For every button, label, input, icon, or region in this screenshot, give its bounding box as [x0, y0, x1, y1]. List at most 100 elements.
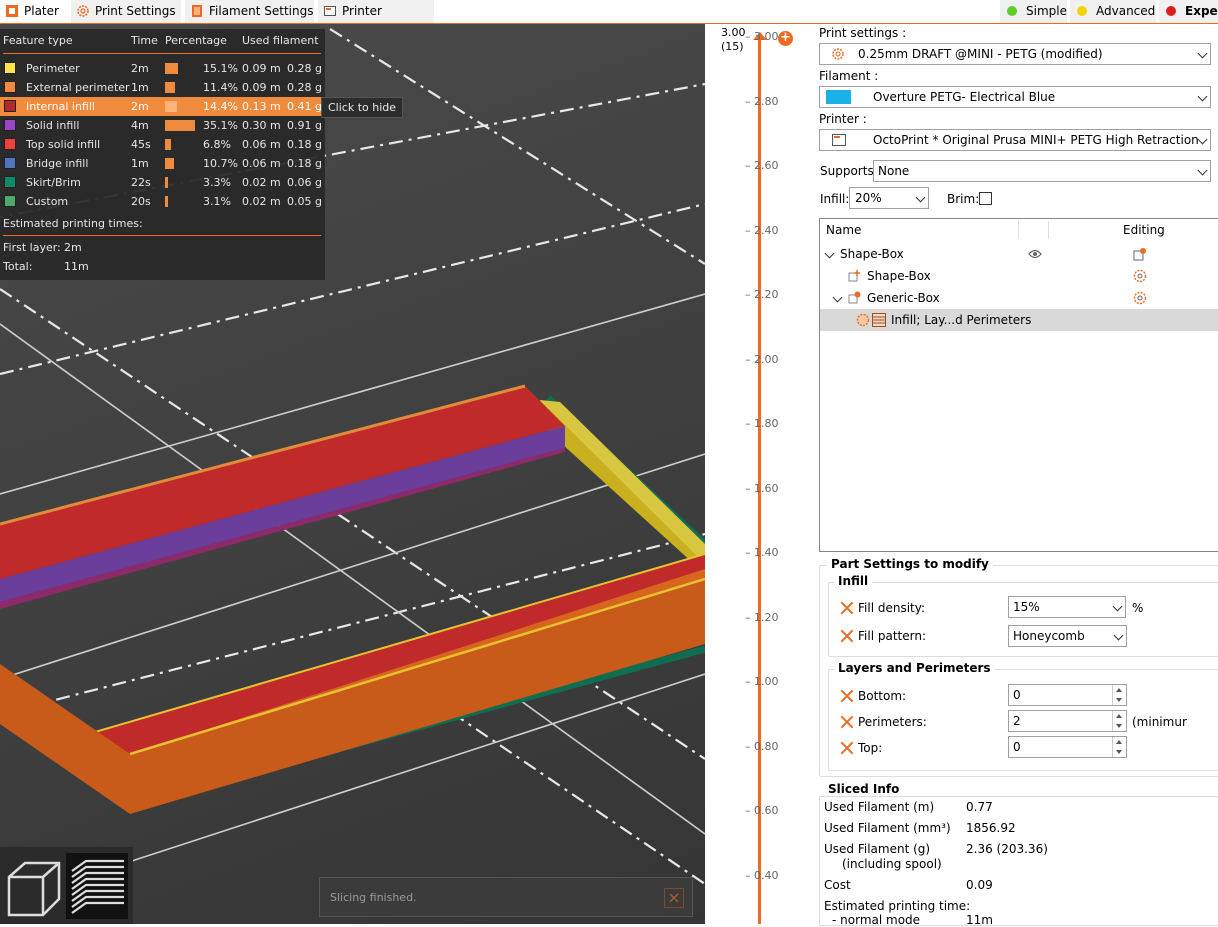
legend-percentage-bar [165, 82, 175, 93]
3d-preview-canvas[interactable]: Feature type Time Percentage Used filame… [0, 24, 705, 924]
legend-percentage: 35.1% [203, 119, 238, 132]
remove-fill-pattern-button[interactable] [840, 629, 854, 643]
eye-icon[interactable] [1028, 249, 1042, 259]
remove-perimeters-button[interactable] [840, 715, 854, 729]
spin-arrows-icon[interactable] [1112, 737, 1126, 757]
legend-used-weight: 0.91 g [287, 119, 322, 132]
spin-arrows-icon[interactable] [1112, 685, 1126, 705]
bottom-value: 0 [1013, 688, 1021, 702]
top-spinner[interactable]: 0 [1008, 736, 1127, 758]
legend-used-weight: 0.18 g [287, 157, 322, 170]
legend-row[interactable]: Custom 20s 3.1% 0.02 m 0.05 g [0, 192, 325, 211]
object-row-settings[interactable]: Infill; Lay...d Perimeters [820, 309, 1218, 331]
tab-printer-settings[interactable]: Printer Settings [318, 0, 434, 40]
modifier-icon [848, 291, 861, 304]
legend-header-percentage: Percentage [165, 34, 227, 47]
object-row-shape-box[interactable]: Shape-Box [820, 243, 1218, 265]
tab-print-settings[interactable]: Print Settings [71, 0, 181, 23]
mode-advanced[interactable]: Advanced [1070, 0, 1156, 23]
slider-tick-label: – 2.60 [745, 159, 779, 172]
add-settings-icon[interactable] [1133, 247, 1147, 261]
fill-pattern-combo[interactable]: Honeycomb [1008, 625, 1127, 647]
perimeters-value: 2 [1013, 714, 1021, 728]
slider-tick-label: – 0.40 [745, 868, 779, 882]
supports-combo[interactable]: None [873, 160, 1211, 182]
legend-row[interactable]: External perimeter 1m 11.4% 0.09 m 0.28 g [0, 78, 325, 97]
legend-color-swatch [4, 62, 16, 74]
column-divider [1018, 221, 1019, 239]
legend-percentage-bar [165, 177, 168, 188]
tab-plater[interactable]: Plater [0, 0, 66, 23]
legend-divider [3, 235, 321, 236]
layers-view-button[interactable] [66, 853, 128, 919]
printer-value: OctoPrint * Original Prusa MINI+ PETG Hi… [873, 133, 1199, 147]
legend-feature-name: Top solid infill [26, 138, 101, 151]
perimeters-spinner[interactable]: 2 [1008, 710, 1127, 732]
infill-group-title: Infill [834, 574, 873, 588]
slider-tick-label: – 2.80 [745, 94, 779, 108]
legend-row[interactable]: Top solid infill 45s 6.8% 0.06 m 0.18 g [0, 135, 325, 154]
legend-time: 4m [131, 119, 149, 132]
object-row-generic-box[interactable]: Generic-Box [820, 287, 1218, 309]
gear-icon [856, 313, 870, 327]
legend-percentage-bar [165, 139, 171, 150]
mode-simple[interactable]: Simple [1000, 0, 1067, 23]
gear-icon[interactable] [1133, 291, 1147, 305]
legend-used-weight: 0.18 g [287, 138, 322, 151]
chevron-down-icon[interactable] [824, 248, 835, 259]
legend-percentage: 10.7% [203, 157, 238, 170]
infill-combo[interactable]: 20% [849, 187, 929, 209]
legend-color-swatch [4, 157, 16, 169]
used-filament-g-label: Used Filament (g) [824, 842, 931, 856]
print-settings-combo[interactable]: 0.25mm DRAFT @MINI - PETG (modified) [819, 43, 1211, 65]
legend-header-feature: Feature type [3, 34, 73, 47]
legend-row[interactable]: Perimeter 2m 15.1% 0.09 m 0.28 g [0, 59, 325, 78]
slider-top-value: 3.00 [721, 26, 746, 39]
mode-label: Advanced [1096, 4, 1156, 18]
tab-filament-settings[interactable]: Filament Settings [185, 0, 314, 23]
legend-percentage: 14.4% [203, 100, 238, 113]
brim-checkbox[interactable] [979, 192, 992, 205]
layers-icon [872, 313, 886, 327]
perimeters-note: (minimur [1132, 715, 1187, 729]
legend-used-weight: 0.28 g [287, 62, 322, 75]
legend-row[interactable]: Solid infill 4m 35.1% 0.30 m 0.91 g [0, 116, 325, 135]
close-icon: × [667, 888, 681, 907]
legend-header-filament: Used filament [242, 34, 319, 47]
green-dot-icon [1007, 6, 1017, 16]
slider-tick-label: – 0.60 [745, 804, 779, 817]
layer-slider[interactable]: 3.00 (15) + – 3.00 – 2.80 – 2.60 – 2.40 – 2.… [705, 24, 815, 924]
estimated-time-label: Estimated printing time: [824, 899, 971, 913]
spin-arrows-icon[interactable] [1112, 711, 1126, 731]
add-color-change-button[interactable]: + [778, 31, 793, 46]
legend-row[interactable]: Bridge infill 1m 10.7% 0.06 m 0.18 g [0, 154, 325, 173]
legend-row[interactable]: Skirt/Brim 22s 3.3% 0.02 m 0.06 g [0, 173, 325, 192]
legend-time: 2m [131, 100, 149, 113]
legend-used-length: 0.06 m [242, 138, 281, 151]
close-notification-button[interactable]: × [664, 888, 684, 908]
remove-fill-density-button[interactable] [840, 601, 854, 615]
chevron-down-icon[interactable] [832, 292, 843, 303]
infill-value: 20% [855, 191, 882, 205]
part-settings-title: Part Settings to modify [827, 557, 993, 571]
bottom-spinner[interactable]: 0 [1008, 684, 1127, 706]
fill-density-combo[interactable]: 15% [1008, 596, 1126, 618]
printer-combo[interactable]: OctoPrint * Original Prusa MINI+ PETG Hi… [819, 129, 1211, 151]
used-filament-g-sublabel: (including spool) [842, 857, 942, 871]
legend-percentage: 3.1% [203, 195, 231, 208]
3d-view-button[interactable] [3, 855, 63, 919]
object-name: Infill; Lay...d Perimeters [891, 313, 1032, 327]
gear-icon[interactable] [1133, 269, 1147, 283]
filament-combo[interactable]: Overture PETG- Electrical Blue [819, 86, 1211, 108]
view-toggle-toolbar [0, 847, 133, 924]
filament-value: Overture PETG- Electrical Blue [873, 90, 1056, 104]
legend-row[interactable]: Internal infill 2m 14.4% 0.13 m 0.41 g [0, 97, 325, 116]
mode-expert[interactable]: Exper [1159, 0, 1218, 23]
legend-used-length: 0.09 m [242, 81, 281, 94]
remove-top-button[interactable] [840, 741, 854, 755]
object-row-shape-box-part[interactable]: Shape-Box [820, 265, 1218, 287]
legend-percentage: 15.1% [203, 62, 238, 75]
remove-bottom-button[interactable] [840, 689, 854, 703]
legend-feature-name: Custom [26, 195, 69, 208]
chevron-down-icon [1197, 91, 1208, 102]
